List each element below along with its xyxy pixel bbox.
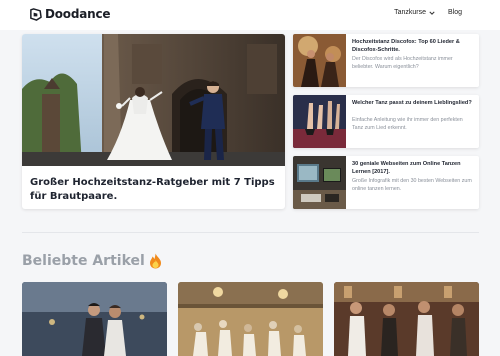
- popular-article-image: [22, 282, 167, 356]
- section-title: Beliebte Artikel: [22, 253, 162, 269]
- side-article-description: Einfache Anleitung wie ihr immer den per…: [352, 117, 463, 131]
- logo-text: Doodance: [45, 7, 111, 21]
- side-article-card[interactable]: 30 geniale Webseiten zum Online Tanzen L…: [293, 156, 479, 209]
- section-divider: [22, 232, 479, 233]
- chevron-down-icon: [429, 11, 435, 15]
- featured-article-title: Großer Hochzeitstanz-Ratgeber mit 7 Tipp…: [30, 177, 275, 202]
- main-nav: Tanzkurse Blog: [394, 9, 462, 16]
- popular-article-card[interactable]: [334, 282, 479, 356]
- side-article-title: Hochzeitstanz Discofox: Top 60 Lieder & …: [352, 39, 460, 53]
- side-article-card[interactable]: Hochzeitstanz Discofox: Top 60 Lieder & …: [293, 34, 479, 87]
- popular-article-card[interactable]: [22, 282, 167, 356]
- side-article-title: Welcher Tanz passt zu deinem Lieblingsli…: [352, 100, 472, 106]
- site-header: Doodance Tanzkurse Blog: [0, 0, 500, 30]
- popular-article-card[interactable]: [178, 282, 323, 356]
- featured-article-image: [22, 34, 285, 166]
- popular-article-image: [178, 282, 323, 356]
- nav-item-blog[interactable]: Blog: [448, 9, 462, 16]
- logo[interactable]: Doodance: [29, 7, 111, 21]
- side-article-description: Der Discofox wird als Hochzeitstanz imme…: [352, 56, 453, 70]
- nav-item-tanzkurse[interactable]: Tanzkurse: [394, 9, 435, 16]
- popular-article-image: [334, 282, 479, 356]
- side-article-thumbnail: [293, 156, 346, 209]
- featured-article-card[interactable]: Großer Hochzeitstanz-Ratgeber mit 7 Tipp…: [22, 34, 285, 209]
- flame-icon: [149, 253, 161, 269]
- logo-icon: [30, 7, 42, 21]
- side-article-thumbnail: [293, 34, 346, 87]
- nav-item-label: Blog: [447, 9, 462, 16]
- side-article-description: Große Infografik mit den 30 besten Webse…: [352, 178, 472, 192]
- nav-item-label: Tanzkurse: [394, 9, 426, 16]
- side-article-card[interactable]: Welcher Tanz passt zu deinem Lieblingsli…: [293, 95, 479, 148]
- section-title-text: Beliebte Artikel: [22, 253, 145, 269]
- side-article-title: 30 geniale Webseiten zum Online Tanzen L…: [352, 161, 461, 175]
- side-article-thumbnail: [293, 95, 346, 148]
